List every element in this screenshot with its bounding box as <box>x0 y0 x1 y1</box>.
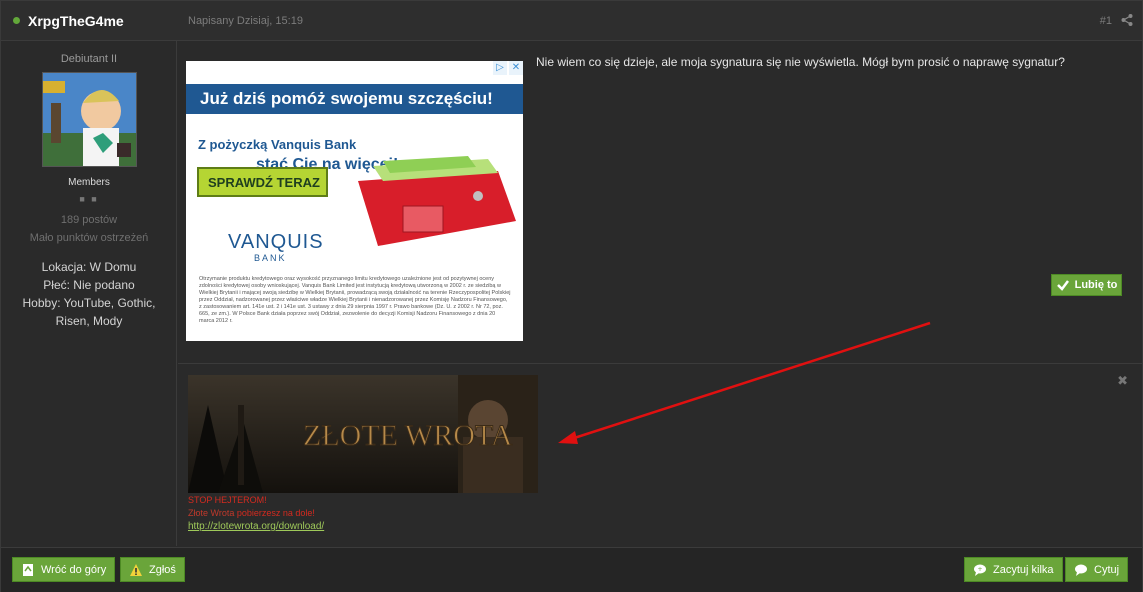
ad-choices[interactable]: ▷ ✕ <box>493 61 523 77</box>
like-button-label: Lubię to <box>1074 279 1118 291</box>
post-header: XrpgTheG4me Napisany Dzisiaj, 15:19 #1 <box>1 1 1142 41</box>
signature-line-2-b: pobierzesz na dole! <box>236 508 315 518</box>
back-to-top-button[interactable]: Wróć do góry <box>12 557 116 582</box>
signature-line-2-a: Złote Wrota <box>188 508 235 518</box>
post-count: 189 postów <box>60 214 118 226</box>
online-status-indicator <box>13 17 20 24</box>
signature-banner-title: ZŁOTE WROTA <box>303 419 513 452</box>
wallet-image <box>358 156 516 246</box>
post-content: ▷ ✕ Już dziś pomóż swojemu szczęściu! Z … <box>178 41 1142 546</box>
forum-post: XrpgTheG4me Napisany Dzisiaj, 15:19 #1 D… <box>0 0 1143 592</box>
ad-headline: Już dziś pomóż swojemu szczęściu! <box>186 84 523 114</box>
advertisement[interactable]: ▷ ✕ Już dziś pomóż swojemu szczęściu! Z … <box>186 61 523 341</box>
ad-cta-button[interactable]: SPRAWDŹ TERAZ <box>197 167 328 197</box>
ad-brand-sub: BANK <box>254 253 287 263</box>
speech-bubble-icon <box>1075 564 1087 576</box>
ad-subline: Z pożyczką Vanquis Bank <box>198 137 357 152</box>
report-label: Zgłoś <box>149 563 176 576</box>
profile-field-hobby-cont: Risen, Mody <box>55 314 123 328</box>
svg-text:+: + <box>978 566 983 573</box>
ad-brand: VANQUIS <box>228 231 324 253</box>
profile-fields: Lokacja: W Domu Płeć: Nie podano Hobby: … <box>7 258 171 330</box>
ad-info-icon[interactable]: ▷ <box>493 61 507 75</box>
author-name[interactable]: XrpgTheG4me <box>28 13 124 29</box>
signature-line-2: Złote Wrota pobierzesz na dole! <box>188 508 315 518</box>
member-rank: Debiutant II <box>60 53 118 65</box>
profile-field-hobby: Hobby: YouTube, Gothic, <box>22 296 156 310</box>
post-message: Nie wiem co się dzieje, ale moja sygnatu… <box>536 55 1065 69</box>
signature-download-link[interactable]: http://zlotewrota.org/download/ <box>188 521 324 532</box>
like-button[interactable]: Lubię to <box>1051 274 1122 296</box>
reputation-pips: ■ ■ <box>79 194 99 204</box>
ad-fine-print: Otrzymanie produktu kredytowego oraz wys… <box>199 276 511 324</box>
signature-line-1: STOP HEJTEROM! <box>188 495 267 505</box>
author-sidebar: Debiutant II Members ■ ■ 189 postów Mało… <box>1 41 177 546</box>
profile-field-location: Lokacja: W Domu <box>41 260 137 274</box>
warning-level: Mało punktów ostrzeżeń <box>29 232 149 244</box>
back-to-top-icon <box>23 563 33 576</box>
post-number[interactable]: #1 <box>1100 15 1112 27</box>
signature-banner: ZŁOTE WROTA <box>188 375 538 493</box>
share-icon[interactable] <box>1120 13 1134 27</box>
ad-close-icon[interactable]: ✕ <box>509 61 523 75</box>
signature-divider <box>178 363 1142 364</box>
profile-field-gender: Płeć: Nie podano <box>43 278 135 292</box>
check-icon <box>1056 280 1069 291</box>
warning-icon <box>130 563 142 576</box>
close-signature-icon[interactable]: ✖ <box>1117 373 1128 389</box>
multiquote-label: Zacytuj kilka <box>993 563 1054 576</box>
multiquote-button[interactable]: + Zacytuj kilka <box>964 557 1063 582</box>
quote-label: Cytuj <box>1094 563 1120 576</box>
post-date: Napisany Dzisiaj, 15:19 <box>188 15 303 27</box>
quote-button[interactable]: Cytuj <box>1065 557 1129 582</box>
avatar[interactable] <box>42 72 137 167</box>
report-button[interactable]: Zgłoś <box>120 557 185 582</box>
speech-bubble-plus-icon: + <box>974 564 986 576</box>
back-to-top-label: Wróć do góry <box>41 563 107 576</box>
avatar-image <box>43 73 136 166</box>
post-footer: Wróć do góry Zgłoś + Zacytuj kilka Cytuj <box>1 547 1142 592</box>
signature-banner-image: ZŁOTE WROTA <box>188 375 538 493</box>
member-group: Members <box>68 177 110 188</box>
